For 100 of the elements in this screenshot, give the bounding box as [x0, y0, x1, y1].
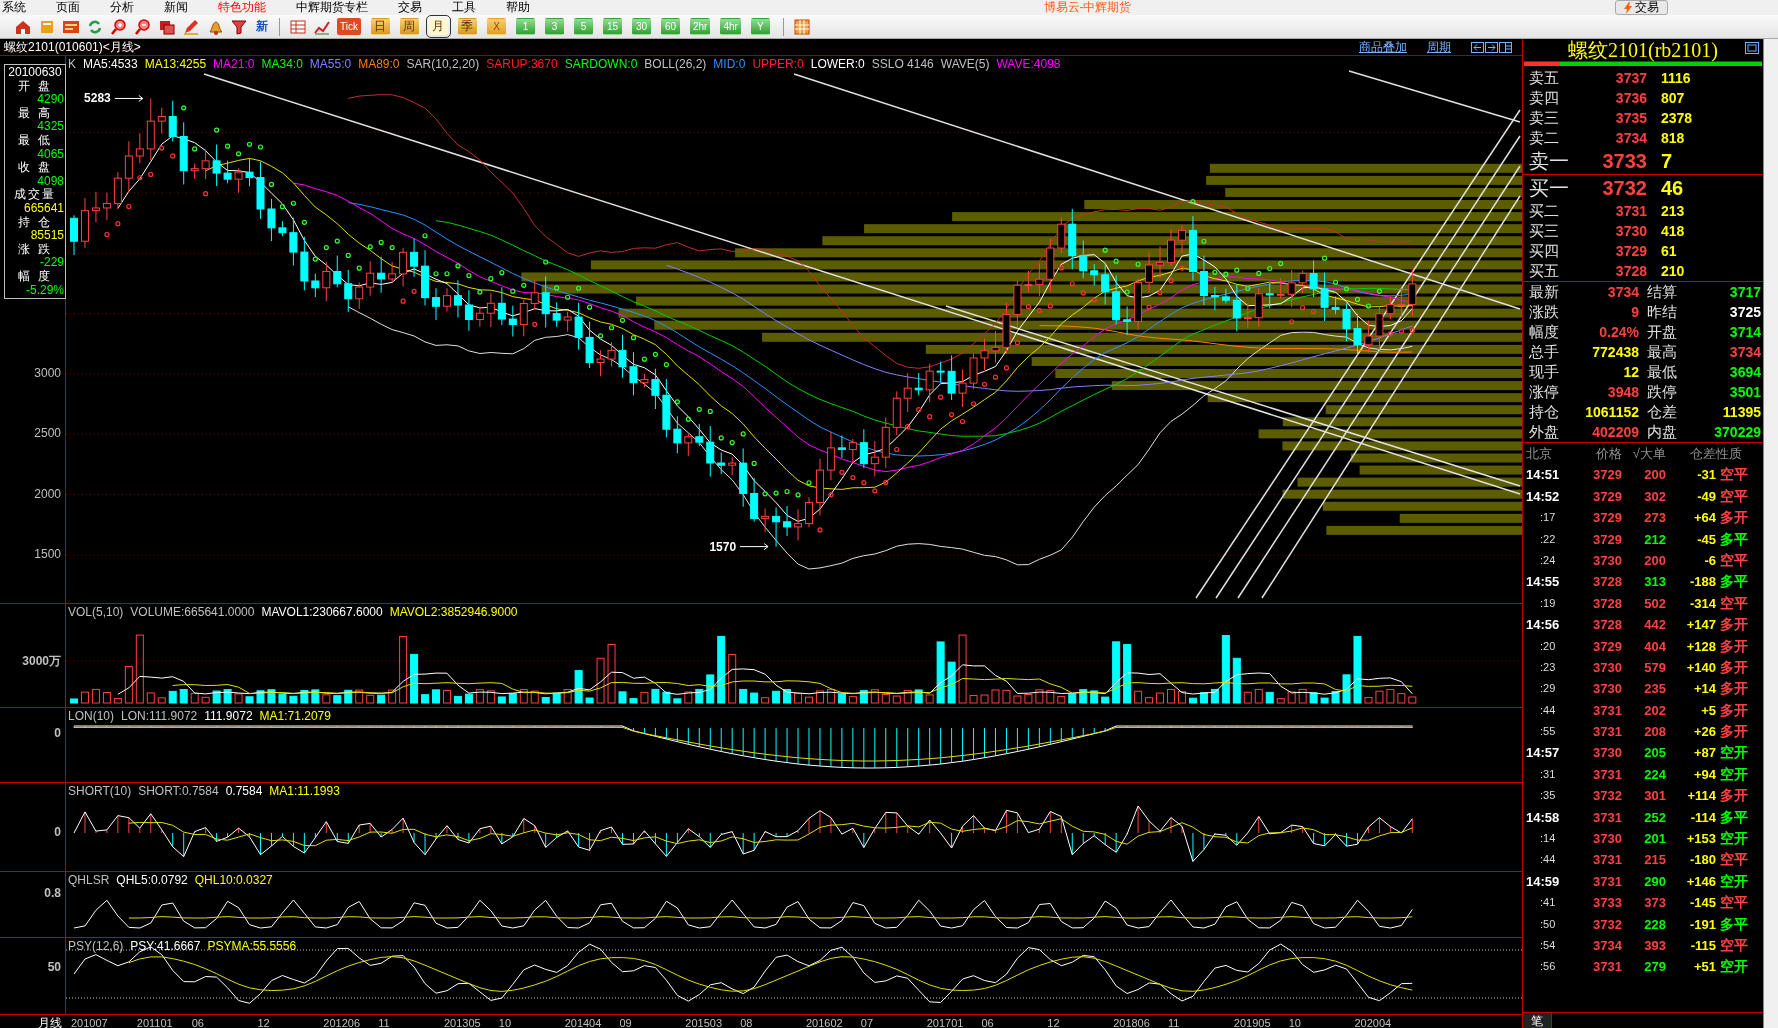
tick-time: :20 — [1539, 638, 1557, 654]
menu-item[interactable]: 帮助 — [506, 0, 530, 16]
tick-volume: 228 — [1643, 915, 1666, 934]
tick-price: 3732 — [1592, 915, 1622, 934]
indicator-value: QHL10:0.0327 — [194, 873, 273, 887]
tick-oi-change: +94 — [1692, 765, 1716, 784]
tick-price: 3728 — [1592, 594, 1622, 613]
date-label: 10 — [498, 1017, 512, 1028]
period-button[interactable]: Tick — [337, 18, 361, 35]
order-label: 买三 — [1529, 221, 1560, 241]
stat-label: 涨跌 — [1529, 302, 1560, 322]
tab[interactable]: 笔 — [1523, 1013, 1552, 1028]
tick-volume: 313 — [1643, 573, 1666, 592]
axis-label: 0.8 — [44, 886, 61, 900]
order-label: 买四 — [1529, 241, 1560, 261]
table-icon[interactable] — [289, 17, 307, 36]
tick-nature: 多开 — [1719, 786, 1749, 806]
stat-label: 开盘 — [1646, 322, 1678, 342]
pencil-icon[interactable] — [182, 17, 200, 36]
info-label: 最 低 — [17, 133, 53, 148]
order-volume: 210 — [1660, 262, 1686, 281]
tick-oi-change: +87 — [1692, 744, 1716, 763]
tick-time: :44 — [1539, 702, 1557, 718]
tick-nature: 多开 — [1719, 636, 1749, 656]
info-value: 4098 — [36, 174, 64, 188]
scrollbar[interactable] — [1763, 39, 1778, 1028]
axis-label: 50 — [47, 960, 61, 974]
tick-time: :50 — [1539, 916, 1557, 932]
order-price: 3733 — [1601, 149, 1647, 174]
stat-label: 幅度 — [1529, 322, 1560, 342]
menu-item[interactable]: 特色功能 — [218, 0, 266, 16]
order-price: 3734 — [1614, 129, 1647, 148]
tick-price: 3731 — [1592, 872, 1622, 891]
axis-label: 3000万 — [22, 653, 61, 670]
indicator-value: SHORT(10) — [68, 784, 132, 798]
order-price: 3728 — [1614, 262, 1647, 281]
info-value: 665641 — [22, 201, 64, 216]
header-link[interactable]: 周期 — [1427, 38, 1451, 56]
menu-item[interactable]: 中辉期货专栏 — [296, 0, 368, 16]
menu-item[interactable]: 新闻 — [164, 0, 188, 16]
info-date: 20100630 — [7, 66, 63, 80]
date-label: 201101 — [136, 1017, 173, 1028]
indicator-value: PSY(12,6) — [68, 939, 124, 953]
tick-oi-change: -115 — [1689, 937, 1716, 955]
indicator-value: MA13:4255 — [144, 57, 207, 71]
order-volume: 46 — [1660, 176, 1685, 201]
stat-value: 11395 — [1721, 403, 1761, 422]
tick-volume: 215 — [1643, 851, 1666, 870]
period-button[interactable]: 周 — [399, 18, 419, 35]
indicator-value: MAVOL1:230667.6000 — [261, 605, 383, 619]
menu-item[interactable]: 系统 — [2, 0, 26, 16]
order-label: 卖二 — [1529, 128, 1560, 148]
indicator-value: VOLUME:665641.0000 — [130, 605, 255, 619]
tick-time: 14:51 — [1526, 466, 1561, 485]
stat-label: 昨结 — [1646, 302, 1678, 322]
stat-label: 最新 — [1529, 282, 1560, 302]
info-label: 最 高 — [17, 106, 53, 121]
tick-time: 14:57 — [1526, 744, 1561, 763]
maximize-icon[interactable] — [1745, 42, 1760, 54]
right-arrow-box-icon[interactable] — [1485, 41, 1498, 53]
tick-oi-change: +5 — [1700, 701, 1716, 720]
trade-button[interactable]: 交易 — [1615, 0, 1668, 15]
filter-icon[interactable] — [230, 17, 248, 36]
date-label: 201701 — [926, 1017, 964, 1028]
tick-nature: 多平 — [1719, 529, 1749, 549]
zoom-out-icon[interactable] — [134, 17, 152, 36]
tick-time: :55 — [1539, 724, 1557, 740]
panel-layout-icon[interactable] — [1499, 41, 1512, 53]
news-button[interactable]: 新 — [254, 18, 270, 35]
info-value: 85515 — [29, 229, 64, 243]
stat-value: 772438 — [1591, 343, 1639, 362]
period-button[interactable]: 季 — [457, 18, 477, 35]
menu-item[interactable]: 交易 — [398, 0, 422, 16]
tick-oi-change: +64 — [1692, 509, 1716, 528]
period-button[interactable]: 日 — [370, 18, 390, 35]
date-label: 09 — [619, 1017, 632, 1028]
tick-nature: 空平 — [1719, 465, 1749, 485]
header-link[interactable]: 商品叠加 — [1359, 38, 1407, 56]
order-label: 卖一 — [1529, 149, 1570, 174]
menu-item[interactable]: 工具 — [452, 0, 476, 16]
menu-item[interactable]: 页面 — [56, 0, 80, 16]
info-label: 成交量 — [13, 188, 57, 202]
tick-time: :31 — [1539, 766, 1557, 782]
tick-time: :14 — [1539, 831, 1557, 847]
stat-label: 外盘 — [1529, 422, 1560, 442]
tick-nature: 空平 — [1719, 893, 1749, 913]
tick-volume: 235 — [1643, 680, 1666, 699]
tick-time: :41 — [1539, 895, 1557, 911]
indicator-value: WAVE:4098 — [996, 57, 1061, 71]
left-arrow-box-icon[interactable] — [1471, 41, 1484, 53]
tick-volume: 200 — [1643, 466, 1666, 485]
period-button[interactable]: 月 — [428, 18, 448, 35]
tick-nature: 空开 — [1719, 871, 1749, 891]
grid-icon[interactable] — [792, 17, 811, 36]
info-value: 4290 — [36, 93, 64, 107]
zoom-in-icon[interactable] — [110, 17, 128, 36]
tick-oi-change: -180 — [1688, 851, 1716, 870]
period-button[interactable]: X — [486, 18, 506, 35]
menu-item[interactable]: 分析 — [110, 0, 134, 16]
tick-oi-change: +14 — [1692, 680, 1716, 699]
